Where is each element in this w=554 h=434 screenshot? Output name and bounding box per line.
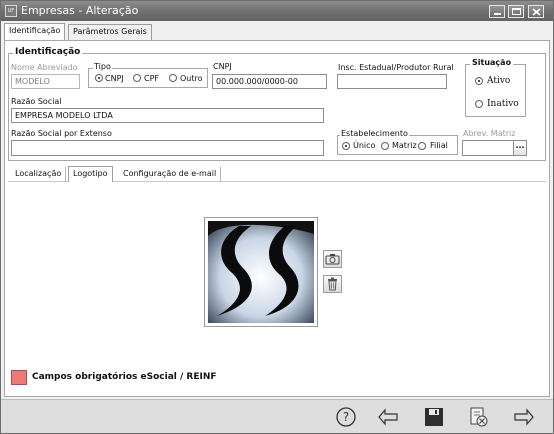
back-button[interactable] — [377, 406, 401, 428]
help-button[interactable]: ? — [334, 406, 358, 428]
situacao-legend: Situação — [470, 58, 514, 67]
app-icon: UF — [5, 5, 17, 17]
situacao-ativo-radio[interactable] — [475, 77, 483, 85]
forward-arrow-icon — [514, 408, 534, 426]
estabelecimento-unico-label: Único — [353, 141, 376, 150]
company-logo-image[interactable] — [204, 217, 318, 327]
subtab-configuracao-email[interactable]: Configuração de e-mail — [119, 167, 222, 182]
razao-social-extenso-field[interactable] — [11, 140, 324, 156]
estabelecimento-matriz-radio[interactable] — [381, 142, 389, 150]
insc-estadual-label: Insc. Estadual/Produtor Rural — [338, 63, 454, 72]
camera-icon — [325, 254, 340, 265]
razao-social-extenso-label: Razão Social por Extenso — [11, 129, 112, 138]
subtab-logotipo[interactable]: Logotipo — [68, 166, 113, 182]
estabelecimento-filial-radio[interactable] — [418, 142, 426, 150]
tipo-cnpj-radio[interactable] — [95, 74, 103, 82]
save-icon — [425, 408, 443, 426]
esocial-legend-text: Campos obrigatórios eSocial / REINF — [32, 372, 217, 382]
insc-estadual-field[interactable] — [337, 74, 447, 89]
trash-icon — [328, 277, 337, 291]
estabelecimento-label: Estabelecimento — [340, 129, 409, 138]
title-bar: UF Empresas - Alteração — [1, 1, 553, 21]
estabelecimento-matriz-label: Matriz — [392, 141, 417, 150]
close-icon — [532, 8, 541, 16]
tipo-cpf-radio[interactable] — [133, 74, 141, 82]
maximize-button[interactable] — [508, 5, 524, 18]
subtab-localizacao[interactable]: Localização — [11, 167, 67, 182]
window: UF Empresas - Alteração Identificação Pa… — [0, 0, 554, 434]
tipo-outro-radio[interactable] — [169, 74, 177, 82]
tipo-label: Tipo — [93, 62, 112, 71]
estabelecimento-unico-radio[interactable] — [342, 142, 350, 150]
situacao-group — [465, 64, 526, 117]
help-icon: ? — [336, 407, 356, 427]
cancel-button[interactable] — [466, 406, 490, 428]
minimize-icon — [494, 13, 501, 15]
close-button[interactable] — [528, 5, 544, 18]
abrev-matriz-field[interactable] — [462, 140, 514, 156]
abrev-matriz-label: Abrev. Matriz — [463, 129, 516, 138]
tipo-cpf-label: CPF — [144, 74, 160, 83]
maximize-icon — [512, 8, 521, 15]
window-title: Empresas - Alteração — [21, 4, 139, 17]
situacao-ativo-label: Ativo — [487, 76, 511, 86]
identificacao-legend: Identificação — [13, 47, 83, 57]
tab-parametros-gerais[interactable]: Parâmetros Gerais — [68, 24, 152, 40]
cancel-icon — [470, 407, 488, 427]
cnpj-field[interactable]: 00.000.000/0000-00 — [212, 74, 327, 89]
abrev-matriz-lookup-button[interactable]: ... — [513, 140, 527, 156]
tipo-cnpj-label: CNPJ — [105, 74, 124, 83]
save-button[interactable] — [422, 406, 446, 428]
nome-abreviado-label: Nome Abreviado — [11, 63, 78, 72]
razao-social-label: Razão Social — [11, 97, 62, 106]
svg-text:?: ? — [343, 410, 349, 424]
tab-identificacao[interactable]: Identificação — [4, 23, 66, 40]
delete-logo-button[interactable] — [323, 275, 342, 293]
cnpj-label: CNPJ — [213, 62, 232, 71]
situacao-inativo-label: Inativo — [487, 99, 519, 109]
esocial-color-swatch — [11, 370, 27, 385]
nome-abreviado-field[interactable]: MODELO — [11, 74, 80, 89]
situacao-inativo-radio[interactable] — [475, 100, 483, 108]
footer-toolbar: ? — [1, 399, 553, 433]
minimize-button[interactable] — [489, 5, 505, 18]
back-arrow-icon — [378, 408, 398, 426]
tipo-outro-label: Outro — [180, 74, 203, 83]
estabelecimento-filial-label: Filial — [430, 141, 448, 150]
forward-button[interactable] — [511, 406, 535, 428]
logo-graphic — [208, 221, 314, 323]
camera-button[interactable] — [323, 250, 342, 268]
razao-social-field[interactable]: EMPRESA MODELO LTDA — [11, 108, 324, 123]
